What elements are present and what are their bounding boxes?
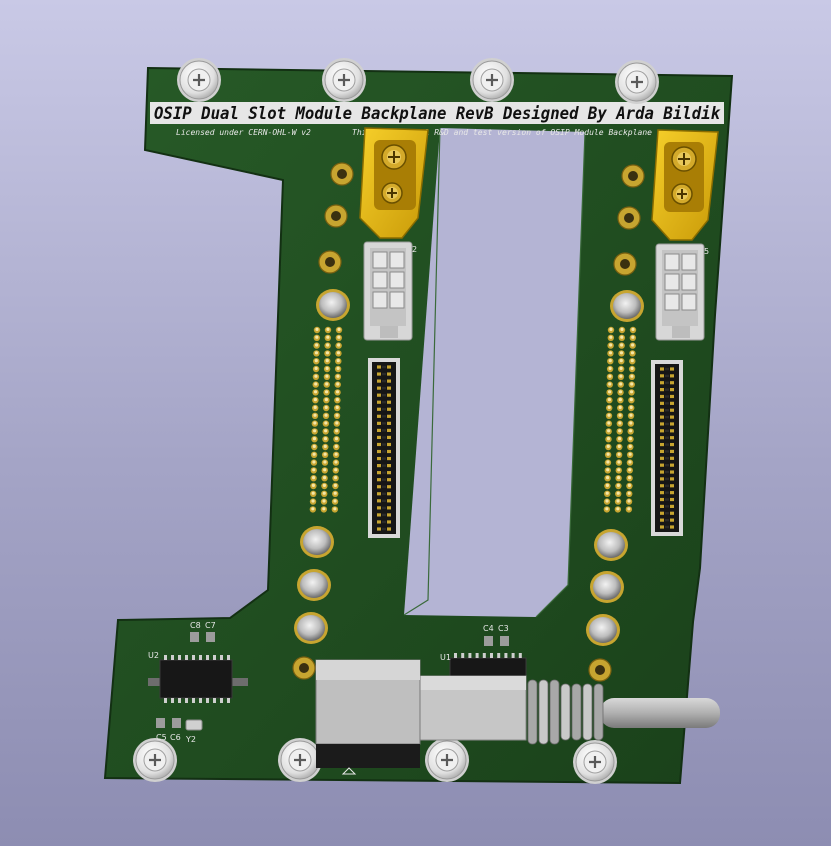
plated-hole — [590, 571, 624, 603]
cap-c6 — [172, 718, 181, 728]
gold-pad — [588, 658, 612, 682]
refdes-c3: C3 — [498, 624, 509, 633]
refdes-y2: Y2 — [185, 735, 196, 744]
pin-header — [651, 360, 683, 536]
cap-c5 — [156, 718, 165, 728]
gold-pad — [324, 204, 348, 228]
mounting-screw — [278, 738, 322, 782]
plated-hole — [300, 526, 334, 558]
plated-hole — [297, 569, 331, 601]
mounting-screw — [322, 58, 366, 102]
pcb-render: OSIP Dual Slot Module Backplane RevB Des… — [103, 58, 734, 785]
refdes-c4: C4 — [483, 624, 494, 633]
plated-hole — [586, 614, 620, 646]
refdes-c7: C7 — [205, 621, 216, 630]
crystal-y2 — [185, 719, 203, 731]
refdes-j2: 2 — [412, 245, 417, 254]
gold-pad — [613, 252, 637, 276]
refdes-u1: U1 — [440, 653, 451, 662]
plated-hole — [610, 290, 644, 322]
license-text: Licensed under CERN-OHL-W v2 — [176, 128, 311, 137]
refdes-c5: C5 — [156, 733, 167, 742]
board-title: OSIP Dual Slot Module Backplane RevB Des… — [154, 104, 721, 124]
mounting-screw — [133, 738, 177, 782]
refdes-c6: C6 — [170, 733, 181, 742]
pin-header — [368, 358, 400, 538]
gold-pad — [621, 164, 645, 188]
refdes-j5: 5 — [704, 247, 709, 256]
plated-hole — [316, 289, 350, 321]
refdes-c8: C8 — [190, 621, 201, 630]
gold-pad — [330, 162, 354, 186]
mounting-screw — [573, 740, 617, 784]
gold-pad — [617, 206, 641, 230]
mounting-screw — [425, 738, 469, 782]
refdes-u2: U2 — [148, 651, 159, 660]
gold-pad — [292, 656, 316, 680]
molex-connector-left — [363, 241, 413, 341]
mounting-screw — [615, 60, 659, 104]
plated-hole — [294, 612, 328, 644]
3d-viewer-viewport[interactable]: OSIP Dual Slot Module Backplane RevB Des… — [0, 0, 831, 846]
mounting-screw — [177, 58, 221, 102]
molex-connector-right — [655, 243, 705, 341]
gold-pad — [318, 250, 342, 274]
plated-hole — [594, 529, 628, 561]
mounting-screw — [470, 58, 514, 102]
